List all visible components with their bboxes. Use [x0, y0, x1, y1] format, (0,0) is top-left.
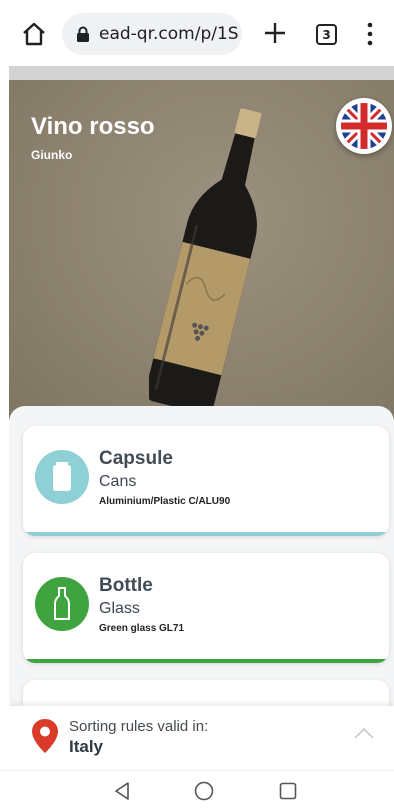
component-title: Capsule: [99, 448, 173, 469]
home-circle-icon[interactable]: [194, 781, 214, 801]
component-card-capsule[interactable]: Capsule Cans Aluminium/Plastic C/ALU90: [23, 426, 389, 536]
back-icon[interactable]: [113, 781, 131, 801]
chevron-up-icon[interactable]: [353, 726, 375, 740]
new-tab-icon[interactable]: [262, 20, 288, 46]
product-title: Vino rosso: [31, 113, 155, 140]
can-icon: [53, 462, 71, 491]
component-title: Bottle: [99, 575, 153, 596]
component-icon-circle: [35, 577, 89, 631]
component-code: Aluminium/Plastic C/ALU90: [99, 496, 231, 507]
sorting-country: Italy: [69, 737, 104, 756]
tab-switcher-button[interactable]: 3: [316, 24, 337, 45]
more-options-icon[interactable]: [365, 22, 375, 46]
card-accent-bar: [23, 659, 389, 663]
browser-toolbar: ead-qr.com/p/1S 3: [0, 0, 394, 66]
component-icon-circle: [35, 450, 89, 504]
component-code: Green glass GL71: [99, 623, 185, 634]
home-icon[interactable]: [20, 20, 48, 48]
address-bar[interactable]: ead-qr.com/p/1S: [62, 13, 242, 55]
url-text: ead-qr.com/p/1S: [99, 24, 239, 44]
sorting-label: Sorting rules valid in:: [69, 718, 209, 735]
product-hero: Vino rosso Giunko: [9, 80, 394, 420]
component-material: Cans: [99, 473, 137, 490]
location-pin-icon: [32, 719, 58, 753]
bottle-icon: [54, 587, 70, 620]
card-accent-bar: [23, 532, 389, 536]
top-band: [9, 66, 394, 80]
system-navigation-bar: [0, 770, 394, 810]
recent-apps-icon[interactable]: [279, 782, 297, 800]
component-material: Glass: [99, 600, 140, 617]
page-content: Vino rosso Giunko Capsule Cans Aluminium…: [9, 66, 394, 810]
language-selector-button[interactable]: [336, 98, 392, 154]
uk-flag-icon: [341, 103, 387, 149]
component-card-bottle[interactable]: Bottle Glass Green glass GL71: [23, 553, 389, 663]
lock-icon: [77, 26, 89, 42]
sorting-rules-bar[interactable]: Sorting rules valid in: Italy: [9, 706, 394, 770]
product-brand: Giunko: [31, 148, 73, 162]
wine-bottle-image: [149, 108, 262, 414]
